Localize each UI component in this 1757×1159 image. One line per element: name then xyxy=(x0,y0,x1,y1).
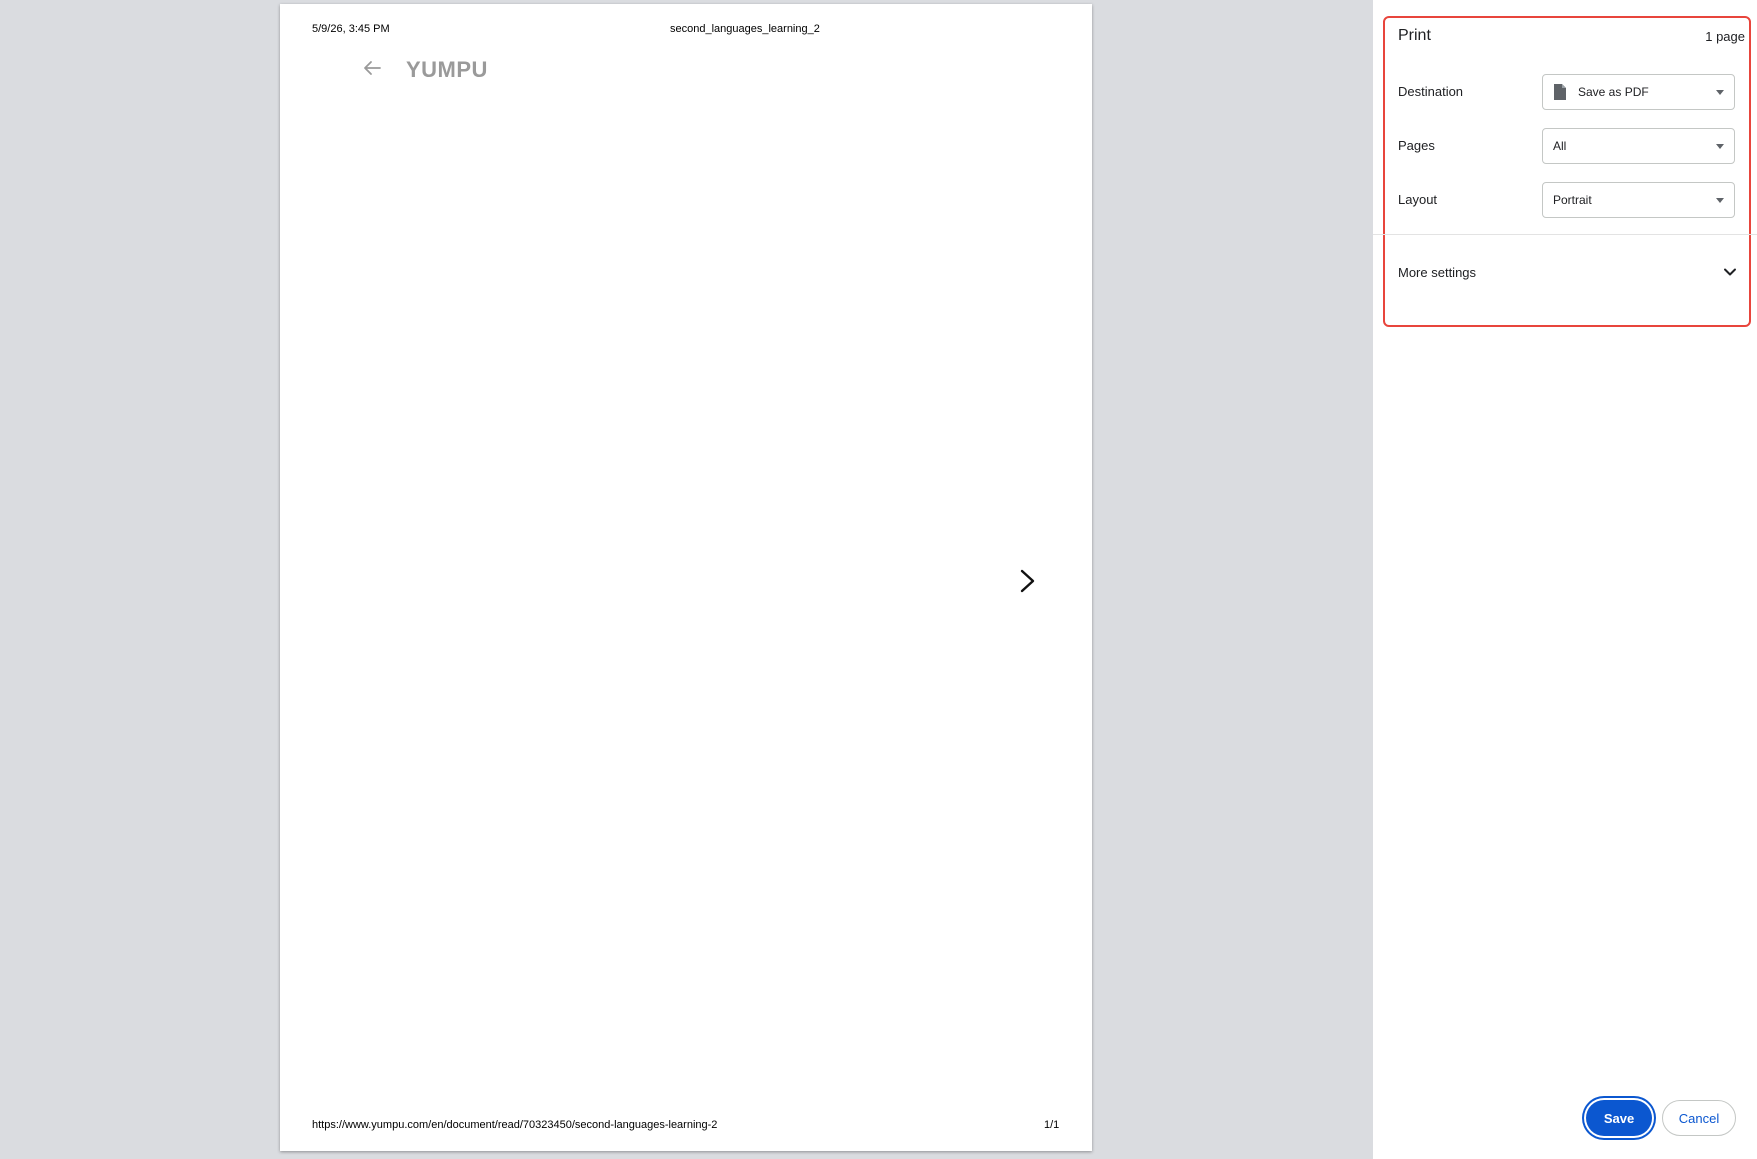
page-count: 1 page xyxy=(1705,29,1745,44)
pages-select[interactable]: All xyxy=(1542,128,1735,164)
more-settings-toggle[interactable]: More settings xyxy=(1387,256,1743,288)
yumpu-logo: YUMPU xyxy=(406,57,488,82)
page-footer-number: 1/1 xyxy=(1044,1119,1060,1131)
save-button[interactable]: Save xyxy=(1586,1100,1652,1136)
print-preview-area: 5/9/26, 3:45 PM second_languages_learnin… xyxy=(0,0,1373,1159)
dropdown-arrow-icon xyxy=(1716,90,1724,95)
file-icon xyxy=(1554,84,1566,100)
destination-value: Save as PDF xyxy=(1578,85,1649,99)
dropdown-arrow-icon xyxy=(1716,198,1724,203)
pages-value: All xyxy=(1553,139,1567,153)
page-footer-url: https://www.yumpu.com/en/document/read/7… xyxy=(312,1119,718,1131)
panel-title: Print xyxy=(1398,27,1431,44)
arrow-left-icon xyxy=(364,61,381,75)
chevron-right-icon xyxy=(1020,569,1035,593)
layout-label: Layout xyxy=(1398,192,1438,207)
pages-label: Pages xyxy=(1398,138,1435,153)
destination-label: Destination xyxy=(1398,84,1464,99)
more-settings-label: More settings xyxy=(1398,265,1477,280)
layout-value: Portrait xyxy=(1553,193,1592,207)
settings-divider xyxy=(1373,234,1757,235)
chevron-down-icon xyxy=(1724,268,1736,276)
dropdown-arrow-icon xyxy=(1716,144,1724,149)
destination-select[interactable]: Save as PDF xyxy=(1542,74,1735,110)
layout-select[interactable]: Portrait xyxy=(1542,182,1735,218)
page-header-title: second_languages_learning_2 xyxy=(670,23,820,35)
preview-page: 5/9/26, 3:45 PM second_languages_learnin… xyxy=(280,4,1092,1151)
print-settings-panel: Print 1 page Destination Save as PDF Pag… xyxy=(1373,0,1757,1159)
page-header-date: 5/9/26, 3:45 PM xyxy=(312,23,390,35)
cancel-button[interactable]: Cancel xyxy=(1662,1100,1736,1136)
